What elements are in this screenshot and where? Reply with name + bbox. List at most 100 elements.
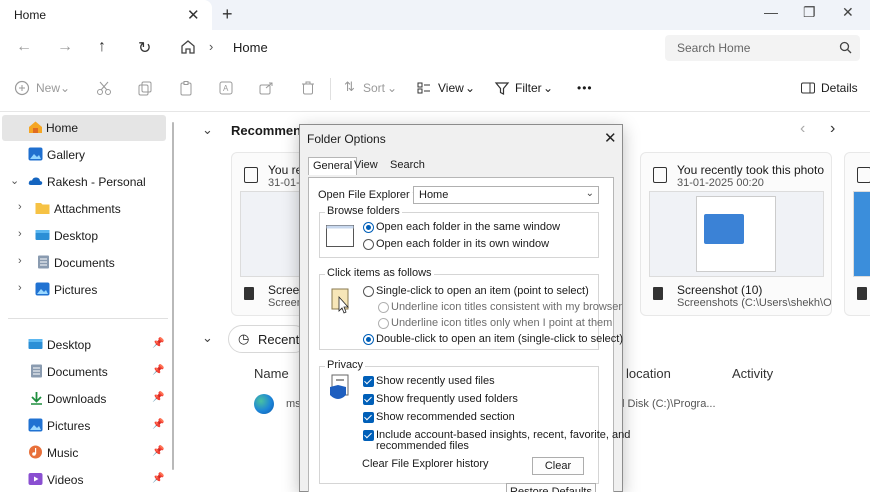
include-account-checkbox[interactable] — [363, 430, 374, 441]
double-click-radio[interactable] — [363, 334, 374, 345]
sidebar-scrollbar[interactable] — [172, 122, 174, 470]
quick-access-videos[interactable]: Videos 📌 — [0, 467, 164, 492]
column-header-activity[interactable]: Activity — [732, 366, 773, 381]
quick-access-music[interactable]: Music 📌 — [0, 440, 164, 466]
sort-button[interactable]: Sort — [363, 81, 385, 95]
recent-pill[interactable]: ◷ Recent — [228, 325, 308, 353]
dialog-close-icon[interactable]: ✕ — [604, 129, 617, 147]
refresh-icon[interactable]: ↻ — [138, 38, 151, 58]
collapse-chevron-icon[interactable]: ⌄ — [10, 174, 19, 187]
recommended-card[interactable]: You re 31-01- Screen Screen — [231, 152, 306, 316]
copy-icon[interactable] — [137, 80, 153, 96]
file-icon — [653, 287, 663, 300]
quick-access-desktop[interactable]: Desktop 📌 — [0, 332, 164, 358]
new-button[interactable]: New — [36, 81, 60, 95]
expand-chevron-icon[interactable]: › — [18, 228, 22, 240]
view-button[interactable]: View — [438, 81, 464, 95]
close-window-icon[interactable]: ✕ — [842, 4, 854, 21]
restore-icon[interactable]: ❐ — [803, 4, 816, 21]
tab-general[interactable]: General — [308, 157, 358, 175]
carousel-prev-icon[interactable]: ‹ — [800, 120, 805, 138]
browse-folders-title: Browse folders — [325, 205, 402, 217]
expand-chevron-icon[interactable]: › — [18, 282, 22, 294]
expand-chevron-icon[interactable]: › — [18, 255, 22, 267]
search-input[interactable]: Search Home — [665, 35, 860, 61]
recommended-card[interactable]: You recently took this photo 31-01-2025 … — [640, 152, 832, 316]
rename-icon[interactable]: A — [218, 80, 234, 96]
delete-icon[interactable] — [300, 80, 316, 96]
home-folder-icon — [29, 121, 42, 133]
show-recent-checkbox[interactable] — [363, 376, 374, 387]
sidebar-label-desktop: Desktop — [54, 229, 99, 243]
details-button[interactable]: Details — [821, 81, 858, 95]
more-options-icon[interactable]: ••• — [577, 81, 593, 95]
paste-icon[interactable] — [178, 80, 194, 96]
tab-search[interactable]: Search — [390, 159, 425, 171]
sidebar-item-desktop[interactable]: › Desktop — [0, 223, 164, 249]
recommended-collapse-icon[interactable]: ⌄ — [202, 122, 213, 138]
browse-same-window-radio[interactable] — [363, 222, 374, 233]
carousel-next-icon[interactable]: › — [830, 120, 835, 138]
cut-icon[interactable] — [96, 80, 112, 96]
underline-consistent-label[interactable]: Underline icon titles consistent with my… — [391, 301, 622, 313]
sidebar-item-home[interactable]: Home — [2, 115, 166, 141]
forward-icon[interactable]: → — [57, 38, 73, 56]
pin-icon: 📌 — [152, 419, 165, 430]
underline-consistent-radio[interactable] — [378, 302, 389, 313]
card-date: 31-01- — [268, 177, 300, 189]
open-explorer-select[interactable]: Home ⌄ — [413, 186, 599, 204]
browse-own-window-label[interactable]: Open each folder in its own window — [376, 238, 549, 250]
filter-button[interactable]: Filter — [515, 81, 542, 95]
underline-point-label[interactable]: Underline icon titles only when I point … — [391, 317, 612, 329]
column-header-location[interactable]: location — [626, 366, 671, 381]
clear-history-label: Clear File Explorer history — [362, 458, 489, 470]
restore-defaults-button[interactable]: Restore Defaults — [506, 483, 596, 492]
recent-collapse-icon[interactable]: ⌄ — [202, 330, 213, 346]
expand-chevron-icon[interactable]: › — [18, 201, 22, 213]
quick-label-desktop: Desktop — [47, 338, 92, 352]
quick-access-documents[interactable]: Documents 📌 — [0, 359, 164, 385]
sidebar-item-onedrive[interactable]: ⌄ Rakesh - Personal — [0, 169, 164, 195]
show-recent-label[interactable]: Show recently used files — [376, 375, 495, 387]
row-location: l Disk (C:)\Progra... — [622, 398, 716, 410]
navigation-pane: Home Gallery ⌄ Rakesh - Personal › Attac… — [0, 112, 175, 492]
show-recommended-label[interactable]: Show recommended section — [376, 411, 515, 423]
photo-icon — [244, 167, 258, 183]
underline-point-radio[interactable] — [378, 318, 389, 329]
up-icon[interactable]: ↑ — [98, 38, 106, 56]
show-recommended-checkbox[interactable] — [363, 412, 374, 423]
tab-home[interactable]: Home ✕ — [0, 0, 212, 30]
column-header-name[interactable]: Name — [254, 366, 289, 381]
sort-icon: ⇅ — [344, 79, 355, 94]
clear-button[interactable]: Clear — [532, 457, 584, 475]
include-account-label-line2[interactable]: recommended files — [376, 440, 469, 452]
back-icon[interactable]: ← — [16, 38, 32, 56]
double-click-label[interactable]: Double-click to open an item (single-cli… — [376, 333, 623, 345]
share-icon[interactable] — [258, 80, 274, 96]
title-bar: Home ✕ + — ❐ ✕ — [0, 0, 870, 30]
tab-view[interactable]: View — [354, 159, 378, 171]
breadcrumb-home[interactable]: Home — [233, 40, 268, 55]
show-frequent-label[interactable]: Show frequently used folders — [376, 393, 518, 405]
recommended-card[interactable] — [844, 152, 870, 316]
browse-same-window-label[interactable]: Open each folder in the same window — [376, 221, 560, 233]
single-click-label[interactable]: Single-click to open an item (point to s… — [376, 285, 589, 297]
sidebar-item-pictures[interactable]: › Pictures — [0, 277, 164, 303]
quick-label-downloads: Downloads — [47, 392, 107, 406]
sidebar-item-attachments[interactable]: › Attachments — [0, 196, 164, 222]
tab-close-icon[interactable]: ✕ — [187, 6, 200, 24]
details-pane-icon — [801, 82, 815, 94]
home-icon[interactable] — [180, 39, 196, 55]
show-frequent-checkbox[interactable] — [363, 394, 374, 405]
quick-access-downloads[interactable]: Downloads 📌 — [0, 386, 164, 412]
photo-icon — [857, 167, 870, 183]
minimize-icon[interactable]: — — [764, 4, 778, 20]
quick-label-pictures: Pictures — [47, 419, 91, 433]
browse-own-window-radio[interactable] — [363, 239, 374, 250]
new-tab-icon[interactable]: + — [222, 4, 233, 25]
single-click-radio[interactable] — [363, 286, 374, 297]
quick-access-pictures[interactable]: Pictures 📌 — [0, 413, 164, 439]
sidebar-item-gallery[interactable]: Gallery — [0, 142, 164, 168]
file-icon — [244, 287, 254, 300]
sidebar-item-documents[interactable]: › Documents — [0, 250, 164, 276]
